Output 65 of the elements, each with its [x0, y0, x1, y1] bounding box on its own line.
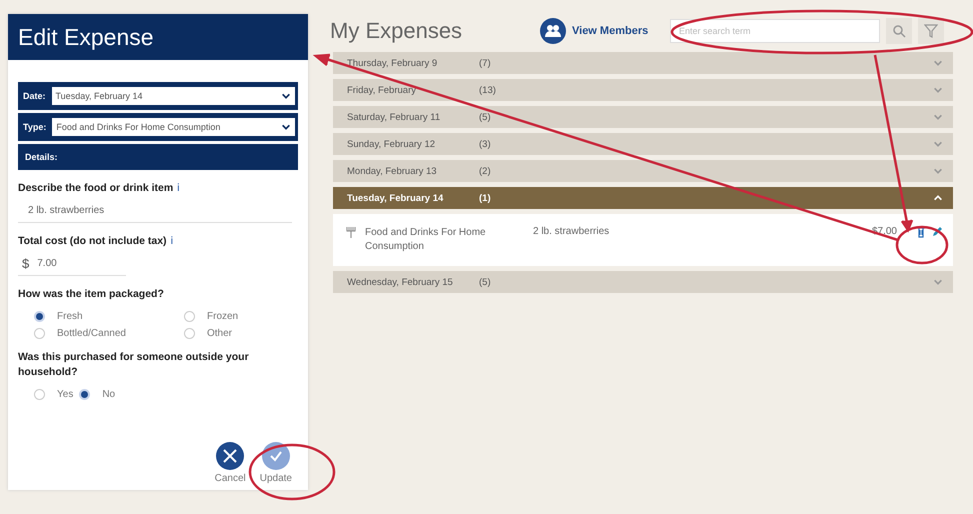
check-icon — [262, 442, 290, 470]
chevron-down-icon — [933, 112, 943, 122]
page-title: My Expenses — [330, 18, 464, 44]
search-field[interactable]: Enter search term — [670, 19, 880, 43]
chevron-down-icon — [933, 166, 943, 176]
question-label: Total cost (do not include tax) — [18, 235, 167, 247]
view-members-link[interactable]: View Members — [540, 18, 670, 44]
close-icon — [216, 442, 244, 470]
radio-button[interactable] — [34, 311, 45, 322]
option-label: No — [102, 389, 116, 400]
expense-description: 2 lb. strawberries — [533, 226, 610, 237]
fork-icon — [345, 226, 357, 238]
select-field[interactable]: Tuesday, February 14 — [52, 87, 295, 105]
radio-option[interactable]: Frozen — [184, 311, 304, 322]
radio-option[interactable]: Yes — [34, 389, 74, 400]
question-label: Describe the food or drink item — [18, 182, 174, 194]
radio-button[interactable] — [184, 328, 195, 339]
select-field[interactable]: Food and Drinks For Home Consumption — [52, 118, 295, 136]
radio-button[interactable] — [34, 328, 45, 339]
people-icon — [540, 18, 566, 44]
question-label: How was the item packaged? — [18, 287, 165, 302]
cost-field[interactable]: $ 7.00 — [18, 252, 126, 276]
update-button[interactable]: Update — [260, 442, 292, 484]
day-header[interactable]: Thursday, February 9 (7) — [333, 52, 953, 74]
filter-icon — [924, 24, 938, 38]
day-header[interactable]: Monday, February 13 (2) — [333, 160, 953, 182]
chevron-down-icon — [281, 91, 291, 101]
expense-type: Food and Drinks For Home Consumption — [365, 226, 487, 254]
search-button[interactable] — [886, 18, 912, 44]
day-header[interactable]: Friday, February (13) — [333, 79, 953, 101]
chevron-down-icon — [933, 58, 943, 68]
radio-button[interactable] — [184, 311, 195, 322]
radio-button[interactable] — [79, 389, 90, 400]
option-label: Bottled/Canned — [57, 328, 126, 339]
info-icon[interactable]: ℹ — [170, 235, 174, 247]
option-label: Fresh — [57, 311, 83, 322]
option-label: Other — [207, 328, 232, 339]
radio-option[interactable]: Fresh — [34, 311, 184, 322]
radio-option[interactable]: No — [79, 389, 116, 400]
day-header[interactable]: Wednesday, February 15 (5) — [333, 271, 953, 293]
question-label: Was this purchased for someone outside your household? — [18, 350, 250, 380]
radio-button[interactable] — [34, 389, 45, 400]
chevron-up-icon — [933, 193, 943, 203]
chevron-down-icon — [933, 277, 943, 287]
chevron-down-icon — [933, 85, 943, 95]
radio-option[interactable]: Bottled/Canned — [34, 328, 184, 339]
info-icon[interactable]: ℹ — [177, 182, 180, 194]
filter-button[interactable] — [918, 18, 944, 44]
details-header: Details: — [18, 144, 298, 170]
radio-option[interactable]: Other — [184, 328, 304, 339]
option-label: Yes — [57, 389, 74, 400]
input-field[interactable]: 2 lb. strawberries — [18, 199, 292, 223]
day-header[interactable]: Sunday, February 12 (3) — [333, 133, 953, 155]
day-header[interactable]: Tuesday, February 14 (1) — [333, 187, 953, 209]
day-header[interactable]: Saturday, February 11 (5) — [333, 106, 953, 128]
select-label: Date: — [22, 91, 47, 101]
search-icon — [892, 24, 906, 38]
pencil-icon[interactable] — [931, 226, 943, 238]
select-label: Type: — [22, 122, 48, 132]
chevron-down-icon — [933, 139, 943, 149]
option-label: Frozen — [207, 311, 238, 322]
chevron-down-icon — [281, 122, 291, 132]
cancel-button[interactable]: Cancel — [214, 442, 246, 484]
highlight-ellipse — [896, 226, 948, 264]
panel-title: Edit Expense — [8, 14, 308, 60]
